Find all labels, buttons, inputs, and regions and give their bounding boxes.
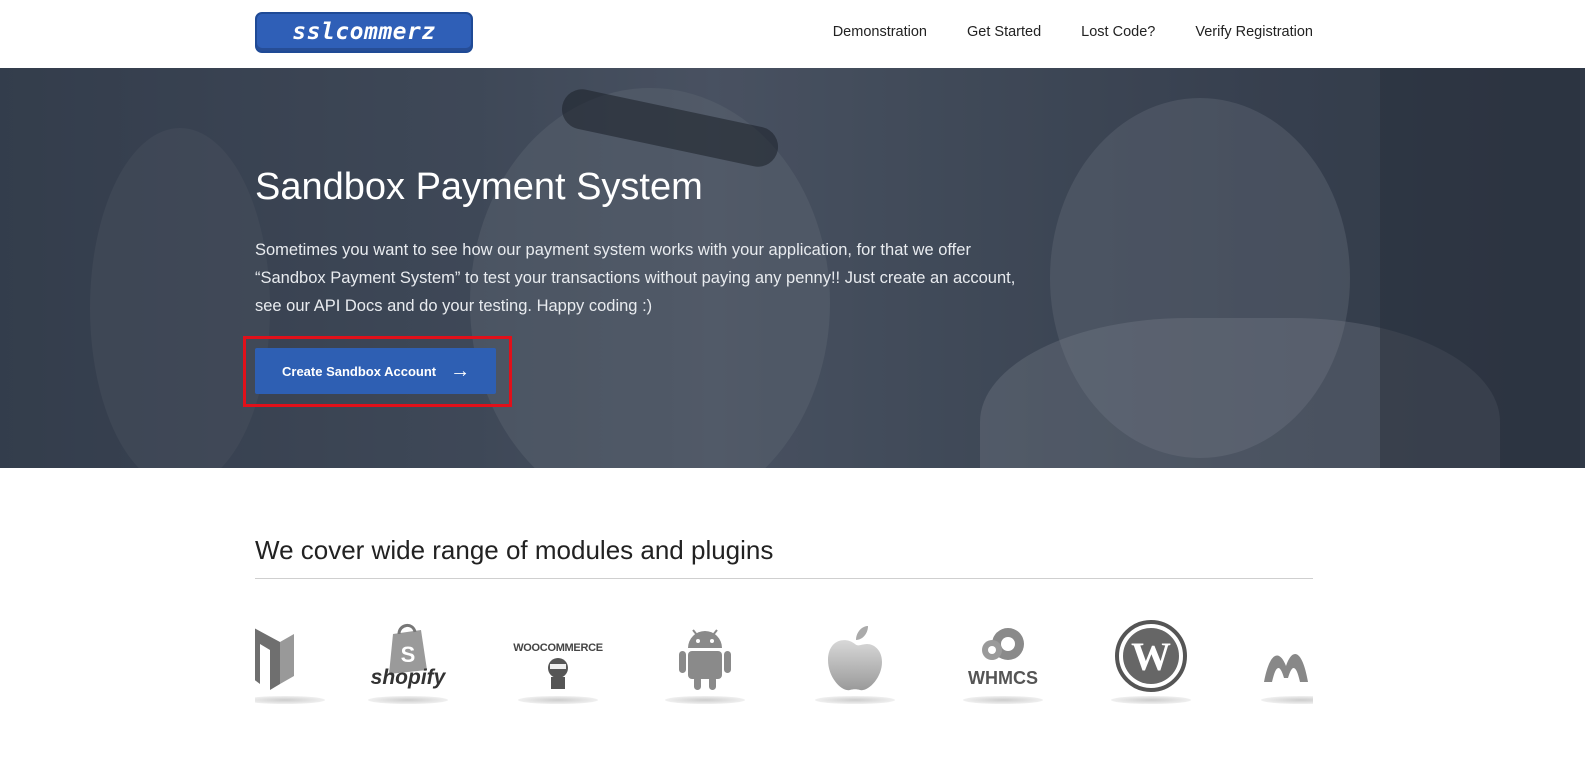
shadow — [815, 696, 895, 704]
microsoft-icon[interactable] — [1251, 620, 1313, 715]
shadow — [665, 696, 745, 704]
shadow — [1111, 696, 1191, 704]
create-sandbox-account-button[interactable]: Create Sandbox Account → — [255, 348, 496, 394]
shadow — [368, 696, 448, 704]
hero-title: Sandbox Payment System — [255, 166, 703, 208]
sslcommerz-logo[interactable]: sslcommerz — [255, 12, 473, 53]
android-icon[interactable] — [655, 620, 755, 715]
shadow — [255, 696, 325, 704]
apple-icon[interactable] — [805, 620, 905, 715]
main-nav: Demonstration Get Started Lost Code? Ver… — [833, 24, 1313, 40]
whmcs-icon[interactable]: WHMCS — [953, 620, 1053, 715]
whmcs-label: WHMCS — [968, 668, 1038, 688]
shopify-label: shopify — [370, 666, 446, 689]
divider — [255, 578, 1313, 579]
hero-description: Sometimes you want to see how our paymen… — [255, 241, 1016, 315]
svg-text:S: S — [401, 642, 416, 667]
shadow — [1261, 696, 1313, 704]
nav-verify-registration[interactable]: Verify Registration — [1195, 24, 1313, 40]
hero-banner: Sandbox Payment System Sometimes you wan… — [0, 68, 1585, 468]
woocommerce-icon[interactable]: WOOCOMMERCE — [508, 620, 608, 715]
shopify-icon[interactable]: S shopify — [358, 620, 458, 715]
nav-demonstration[interactable]: Demonstration — [833, 24, 927, 40]
arrow-right-icon: → — [450, 360, 471, 382]
plugin-logo-carousel: S shopify WOOCOMMERCE WHMCS W — [255, 620, 1313, 720]
nav-get-started[interactable]: Get Started — [967, 24, 1041, 40]
nav-lost-code[interactable]: Lost Code? — [1081, 24, 1155, 40]
magento-icon[interactable] — [255, 620, 335, 715]
cta-label: Create Sandbox Account — [282, 363, 437, 379]
site-header: sslcommerz Demonstration Get Started Los… — [0, 0, 1585, 68]
wordpress-icon[interactable]: W — [1101, 620, 1201, 715]
shadow — [518, 696, 598, 704]
modules-title: We cover wide range of modules and plugi… — [255, 535, 774, 565]
svg-text:W: W — [1131, 634, 1171, 679]
shadow — [963, 696, 1043, 704]
logo-text: sslcommerz — [292, 19, 436, 45]
